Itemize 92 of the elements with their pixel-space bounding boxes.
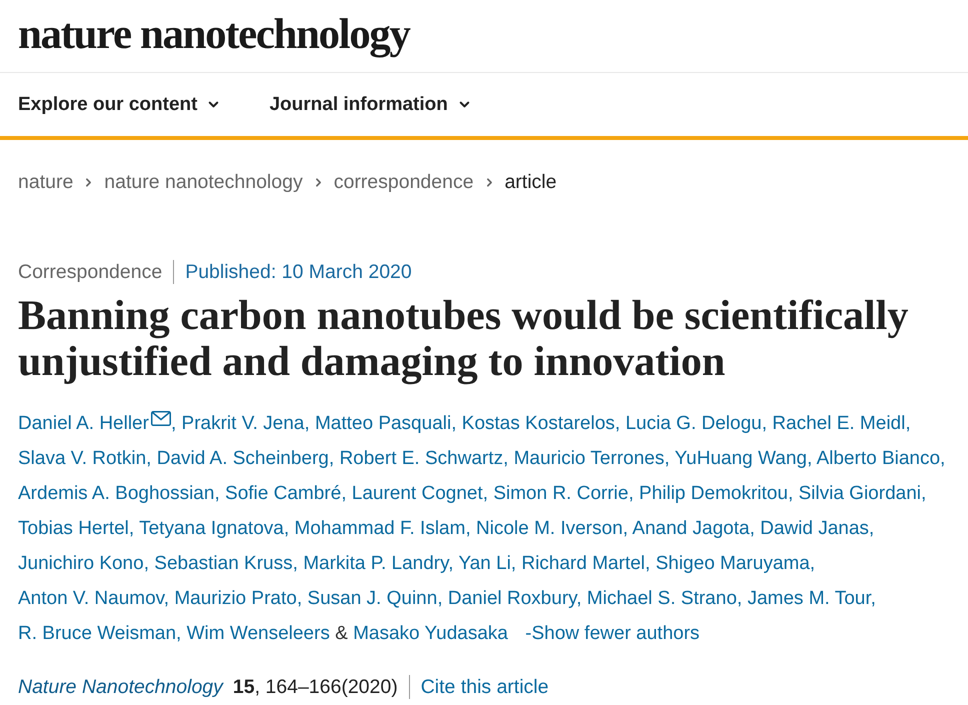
author-link[interactable]: Yan Li	[458, 553, 511, 574]
author-link[interactable]: David A. Scheinberg	[156, 448, 329, 469]
breadcrumb-link[interactable]: nature nanotechnology	[104, 170, 303, 194]
author-link[interactable]: Susan J. Quinn	[307, 588, 438, 609]
show-fewer-authors-link[interactable]: -Show fewer authors	[525, 623, 700, 644]
author-separator: ,	[296, 588, 302, 609]
author-link[interactable]: Sebastian Kruss	[154, 553, 293, 574]
author-link[interactable]: Shigeo Maruyama	[656, 553, 810, 574]
author-separator: ,	[164, 588, 170, 609]
author-link[interactable]: Mauricio Terrones	[514, 448, 664, 469]
author-link[interactable]: Michael S. Strano	[586, 588, 737, 609]
author-separator: ,	[170, 413, 176, 434]
author-separator: ,	[940, 448, 946, 469]
author-link[interactable]: Dawid Janas	[760, 518, 869, 539]
author-separator: ,	[614, 413, 620, 434]
nav-menu-button[interactable]: Explore our content	[18, 92, 222, 116]
author-link[interactable]: Slava V. Rotkin	[18, 448, 146, 469]
author-link[interactable]: Masako Yudasaka	[353, 623, 508, 644]
author-link[interactable]: Prakrit V. Jena	[182, 413, 304, 434]
author-separator: ,	[448, 553, 454, 574]
author-separator: ,	[905, 413, 911, 434]
author-link[interactable]: Simon R. Corrie	[493, 483, 628, 504]
author-link[interactable]: Philip Demokritou	[639, 483, 788, 504]
author-link[interactable]: Richard Martel	[521, 553, 646, 574]
author-separator: ,	[292, 553, 298, 574]
author-link[interactable]: Laurent Cognet	[352, 483, 483, 504]
author-link[interactable]: Lucia G. Delogu	[625, 413, 762, 434]
author-link[interactable]: James M. Tour	[747, 588, 871, 609]
journal-name: Nature Nanotechnology	[18, 675, 223, 699]
author-link[interactable]: Kostas Kostarelos	[462, 413, 615, 434]
author-link[interactable]: Silvia Giordani	[798, 483, 921, 504]
author-separator: ,	[503, 448, 508, 469]
article-title: Banning carbon nanotubes would be scientifically unjustified and damaging to innovation	[18, 293, 910, 385]
author-separator: ,	[437, 588, 443, 609]
author-link[interactable]: Ardemis A. Boghossian	[18, 483, 214, 504]
author-link[interactable]: Anand Jagota	[632, 518, 750, 539]
author-separator: ,	[645, 553, 650, 574]
author-separator: ,	[810, 553, 816, 574]
author-conjunction: &	[335, 623, 348, 644]
author-link[interactable]: Daniel Roxbury	[448, 588, 576, 609]
author-link[interactable]: Markita P. Landry	[303, 553, 448, 574]
breadcrumb-link[interactable]: correspondence	[334, 170, 474, 194]
author-separator: ,	[762, 413, 767, 434]
author-separator: ,	[750, 518, 755, 539]
author-separator: ,	[870, 588, 876, 609]
author-link[interactable]: Rachel E. Meidl	[772, 413, 906, 434]
breadcrumb-link[interactable]: nature	[18, 170, 74, 194]
breadcrumb-current[interactable]: article	[504, 170, 557, 194]
author-separator: ,	[806, 448, 812, 469]
author-separator: ,	[465, 518, 471, 539]
author-separator: ,	[304, 413, 310, 434]
author-separator: ,	[510, 553, 516, 574]
author-link[interactable]: Alberto Bianco	[816, 448, 940, 469]
author-separator: ,	[482, 483, 488, 504]
volume-pages: 15, 164–166(2020)	[232, 675, 398, 699]
author-separator: ,	[451, 413, 456, 434]
author-separator: ,	[628, 483, 634, 504]
journal-logo[interactable]: nature nanotechnology	[18, 12, 410, 56]
author-link[interactable]: Robert E. Schwartz	[339, 448, 504, 469]
author-separator: ,	[576, 588, 582, 609]
author-link[interactable]: Junichiro Kono	[18, 553, 144, 574]
author-separator: ,	[128, 518, 134, 539]
author-separator: ,	[144, 553, 149, 574]
author-separator: ,	[622, 518, 628, 539]
author-link[interactable]: Daniel A. Heller	[18, 413, 149, 434]
author-link[interactable]: Wim Wenseleers	[186, 623, 330, 644]
author-separator: ,	[921, 483, 926, 504]
author-separator: ,	[788, 483, 794, 504]
author-link[interactable]: Anton V. Naumov	[18, 588, 164, 609]
author-separator: ,	[284, 518, 290, 539]
author-separator: ,	[664, 448, 670, 469]
author-separator: ,	[176, 623, 182, 644]
author-link[interactable]: Maurizio Prato	[174, 588, 297, 609]
author-separator: ,	[214, 483, 220, 504]
cite-article-link[interactable]: Cite this article	[420, 675, 549, 699]
author-link[interactable]: Tobias Hertel	[18, 518, 129, 539]
author-link[interactable]: Mohammad F. Islam	[294, 518, 466, 539]
author-separator: ,	[328, 448, 334, 469]
author-link[interactable]: YuHuang Wang	[674, 448, 807, 469]
author-link[interactable]: Nicole M. Iverson	[476, 518, 623, 539]
author-separator: ,	[341, 483, 346, 504]
author-separator: ,	[146, 448, 152, 469]
author-separator: ,	[868, 518, 874, 539]
author-link[interactable]: Tetyana Ignatova	[139, 518, 284, 539]
author-link[interactable]: Sofie Cambré	[225, 483, 342, 504]
author-separator: ,	[736, 588, 742, 609]
author-link[interactable]: Matteo Pasquali	[314, 413, 452, 434]
article-type: Correspondence	[18, 260, 162, 284]
nav-menu-button[interactable]: Journal information	[269, 92, 472, 116]
envelope-icon[interactable]	[150, 411, 171, 426]
author-link[interactable]: R. Bruce Weisman	[18, 623, 176, 644]
published-date: Published: 10 March 2020	[185, 260, 412, 284]
